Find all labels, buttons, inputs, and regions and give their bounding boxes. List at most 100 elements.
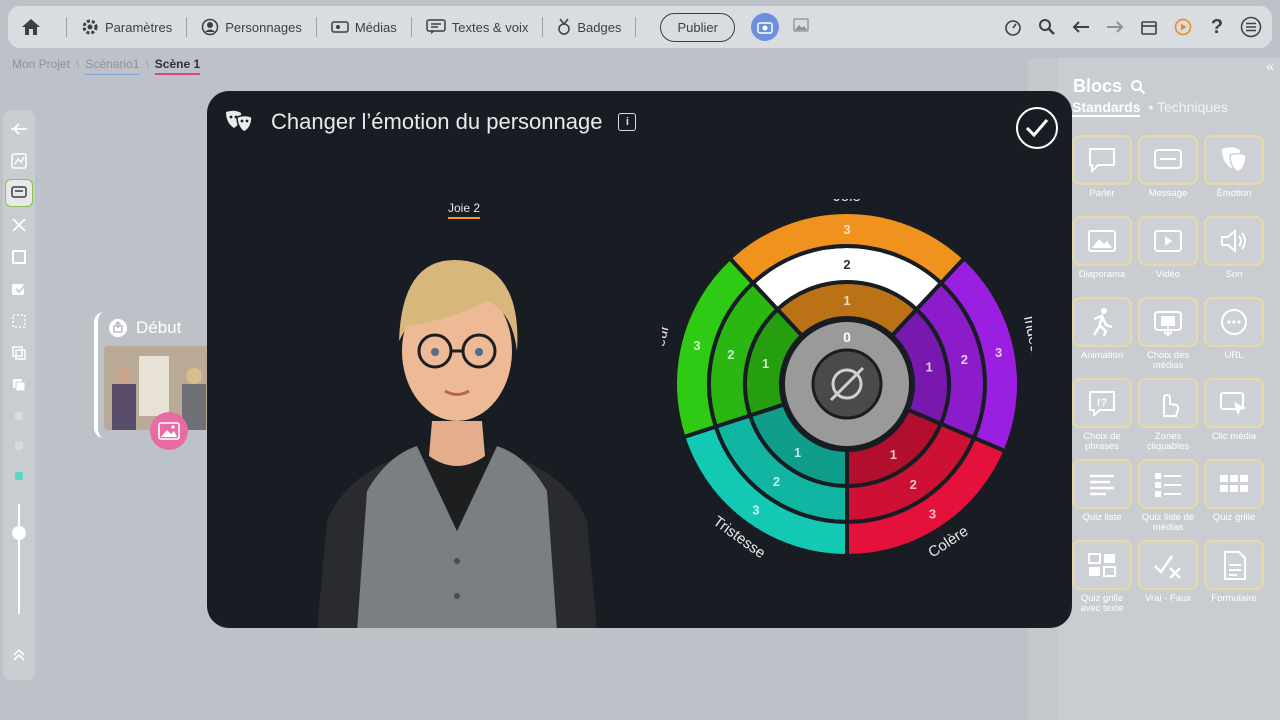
block-item[interactable]: Formulaire xyxy=(1204,540,1264,621)
search-icon[interactable] xyxy=(1036,16,1058,38)
block-item[interactable]: Zones cliquables xyxy=(1138,378,1198,459)
paste-tool-icon[interactable] xyxy=(6,372,32,398)
block-item[interactable]: Vidéo xyxy=(1138,216,1198,297)
menu-icon[interactable] xyxy=(1240,16,1262,38)
scene-image-button[interactable] xyxy=(150,412,188,450)
block-label: Parler xyxy=(1089,188,1115,199)
copy-tool-icon[interactable] xyxy=(6,340,32,366)
dialog-header: Changer l’émotion du personnage i xyxy=(223,109,637,135)
svg-text:!?: !? xyxy=(1097,397,1108,409)
calendar-icon[interactable] xyxy=(1138,16,1160,38)
block-button[interactable] xyxy=(1072,216,1132,266)
block-item[interactable]: Quiz liste xyxy=(1072,459,1132,540)
emotion-level-label: 3 xyxy=(929,506,936,521)
breadcrumb-scene[interactable]: Scène 1 xyxy=(154,57,201,75)
block-item[interactable]: Son xyxy=(1204,216,1264,297)
selected-emotion-label: Joie 2 xyxy=(448,201,481,219)
tab-techniques[interactable]: • Techniques xyxy=(1148,99,1227,117)
block-item[interactable]: Quiz liste de médias xyxy=(1138,459,1198,540)
block-item[interactable]: !? Choix de phrases xyxy=(1072,378,1132,459)
collapse-panel-icon[interactable]: « xyxy=(1266,58,1274,74)
block-button[interactable] xyxy=(1072,135,1132,185)
toolbar-media-button[interactable]: Médias xyxy=(325,20,403,35)
zoom-step-dot[interactable] xyxy=(15,442,23,450)
block-item[interactable]: Quiz grille avec texte xyxy=(1072,540,1132,621)
home-icon[interactable] xyxy=(18,14,44,40)
block-tool-icon[interactable] xyxy=(6,180,32,206)
block-label: Choix des médias xyxy=(1146,350,1190,372)
block-label: Vidéo xyxy=(1155,269,1181,280)
block-button[interactable] xyxy=(1204,135,1264,185)
block-item[interactable]: Vrai - Faux xyxy=(1138,540,1198,621)
play-icon[interactable] xyxy=(1172,16,1194,38)
scene-node-start[interactable]: Début xyxy=(94,312,214,450)
block-item[interactable]: Message xyxy=(1138,135,1198,216)
confirm-check-button[interactable] xyxy=(1016,107,1058,149)
zoom-step-dot-active[interactable] xyxy=(15,472,23,480)
tab-standards[interactable]: Standards xyxy=(1072,99,1141,117)
block-button[interactable] xyxy=(1138,540,1198,590)
frame-tool-icon[interactable] xyxy=(6,244,32,270)
block-button[interactable] xyxy=(1204,297,1264,347)
theater-masks-icon xyxy=(226,110,253,133)
block-item[interactable]: URL xyxy=(1204,297,1264,378)
block-button[interactable] xyxy=(1204,459,1264,509)
zoom-step-dot[interactable] xyxy=(15,412,23,420)
arrow-left-icon[interactable] xyxy=(1070,16,1092,38)
chevrons-up-icon[interactable] xyxy=(6,642,32,668)
check-tool-icon[interactable] xyxy=(6,276,32,302)
toolbar-divider xyxy=(410,17,412,37)
block-item[interactable]: Diaporama xyxy=(1072,216,1132,297)
emotion-dialog: Changer l’émotion du personnage i Joie 2… xyxy=(207,91,1072,628)
grid-text-icon xyxy=(1088,553,1116,577)
running-man-icon xyxy=(1092,308,1113,337)
select-tool-icon[interactable] xyxy=(6,308,32,334)
zoom-slider-knob[interactable] xyxy=(12,526,26,540)
pointer-tool-icon[interactable] xyxy=(6,116,32,142)
block-item[interactable]: Parler xyxy=(1072,135,1132,216)
emotion-wheel[interactable]: 123Joie123Indécision123Colère123Tristess… xyxy=(662,199,1032,569)
block-item[interactable]: Clic média xyxy=(1204,378,1264,459)
chart-tool-icon[interactable] xyxy=(6,148,32,174)
block-button[interactable] xyxy=(1138,378,1198,428)
block-button[interactable] xyxy=(1072,459,1132,509)
block-item[interactable]: Quiz grille xyxy=(1204,459,1264,540)
breadcrumb-project[interactable]: Mon Projet xyxy=(12,57,70,75)
image-icon[interactable] xyxy=(793,17,809,37)
block-button[interactable] xyxy=(1138,459,1198,509)
toolbar-settings-button[interactable]: Paramètres xyxy=(75,18,178,36)
block-button[interactable] xyxy=(1138,297,1198,347)
block-button[interactable] xyxy=(1138,135,1198,185)
block-button[interactable] xyxy=(1204,378,1264,428)
block-button[interactable] xyxy=(1204,216,1264,266)
timer-icon[interactable] xyxy=(1002,16,1024,38)
emotion-level-label: 2 xyxy=(727,347,734,362)
toolbar-characters-button[interactable]: Personnages xyxy=(195,18,308,36)
preview-toggle-button[interactable] xyxy=(750,13,779,41)
block-item[interactable]: Émotion xyxy=(1204,135,1264,216)
block-button[interactable] xyxy=(1138,216,1198,266)
toolbar-text-voice-label: Textes & voix xyxy=(451,19,529,35)
block-item[interactable]: Choix des médias xyxy=(1138,297,1198,378)
arrow-right-icon[interactable] xyxy=(1104,16,1126,38)
search-icon[interactable] xyxy=(1130,79,1146,95)
variable-tool-icon[interactable] xyxy=(6,212,32,238)
block-label: Quiz liste xyxy=(1082,512,1122,523)
block-button[interactable]: !? xyxy=(1072,378,1132,428)
help-icon[interactable]: ? xyxy=(1206,16,1228,38)
blocks-grid: Parler Message Émotion Diaporama Vidéo Son Ani… xyxy=(1072,135,1264,621)
block-label: Son xyxy=(1225,269,1243,280)
block-item[interactable]: Animation xyxy=(1072,297,1132,378)
emotion-name-label: Joie xyxy=(833,199,861,205)
block-label: Animation xyxy=(1080,350,1124,361)
info-icon[interactable]: i xyxy=(618,113,637,131)
block-button[interactable] xyxy=(1072,297,1132,347)
breadcrumb-scenario[interactable]: Scénario1 xyxy=(85,57,140,75)
toolbar-text-voice-button[interactable]: Textes & voix xyxy=(420,19,535,35)
publish-button[interactable]: Publier xyxy=(660,12,735,42)
block-button[interactable] xyxy=(1072,540,1132,590)
toolbar-divider xyxy=(542,17,544,37)
zoom-slider[interactable] xyxy=(12,504,26,614)
toolbar-badges-button[interactable]: Badges xyxy=(551,18,627,36)
block-button[interactable] xyxy=(1204,540,1264,590)
